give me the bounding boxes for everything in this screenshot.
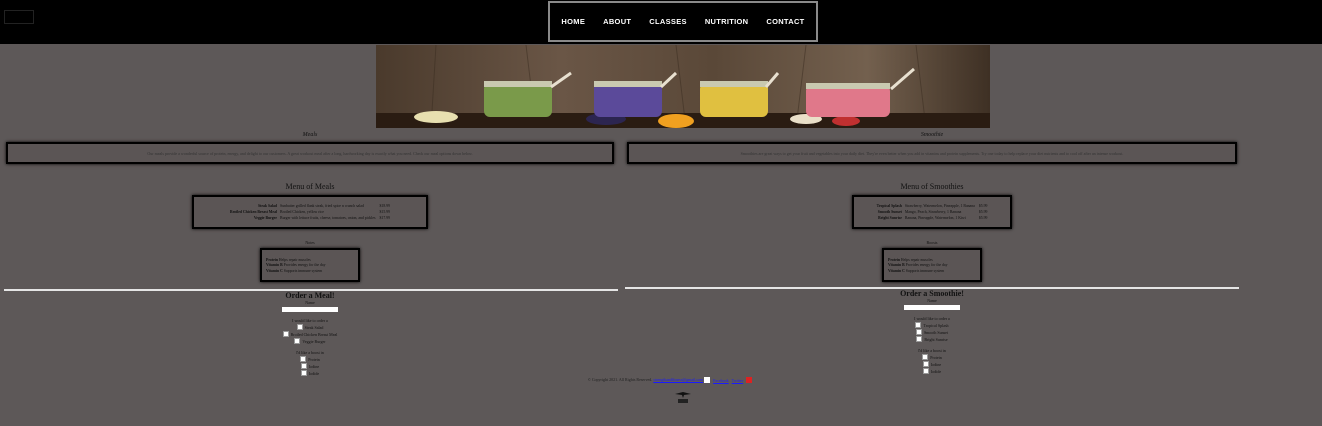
- checkbox[interactable]: [922, 361, 929, 367]
- meal-name-label: Name: [305, 300, 315, 305]
- menu-item-desc: Banana, Pineapple, Watermelon, 1 Kiwi: [904, 216, 966, 220]
- smoothie-order-title: Order a Smoothie!: [900, 289, 964, 298]
- meal-option[interactable]: Broiled Chicken Breast Meal: [5, 331, 615, 337]
- top-bar: HOME ABOUT CLASSES NUTRITION CONTACT: [0, 0, 1322, 44]
- nav-about[interactable]: ABOUT: [603, 17, 631, 26]
- smoothie-order-form: Order a Smoothie! Name I would like to o…: [626, 289, 1238, 375]
- checkbox[interactable]: [922, 354, 929, 360]
- meal-option[interactable]: Steak Salad: [5, 324, 615, 330]
- social-icons: Facebook Twitter: [704, 377, 753, 384]
- checkbox[interactable]: [916, 336, 923, 342]
- smoothies-benefits-label: Boosts: [926, 240, 938, 245]
- checkbox[interactable]: [282, 331, 289, 337]
- eagle-logo-icon: [675, 392, 691, 403]
- menu-item-name: Bright Sunrise: [878, 216, 902, 220]
- smoothies-section: Smoothie Smoothies are great ways to get…: [626, 132, 1238, 282]
- menu-item-desc: Burger with lettuce fruits, cheese, toma…: [280, 216, 376, 220]
- smoothies-benefits-box: Protein Helps repair muscles Vitamin B P…: [882, 248, 982, 282]
- list-item: Protein Helps repair muscles: [888, 257, 933, 262]
- smoothie-option[interactable]: Bright Sunrise: [626, 336, 1238, 342]
- checkbox[interactable]: [915, 329, 922, 335]
- checkbox[interactable]: [294, 338, 301, 344]
- list-item: Vitamin C Supports immune system: [266, 268, 323, 273]
- smoothie-boost-option[interactable]: Iodide: [626, 368, 1238, 374]
- meal-name-input[interactable]: [282, 307, 338, 312]
- smoothies-description: Smoothies are great ways to get your fru…: [627, 142, 1237, 164]
- smoothie-option[interactable]: Smooth Sunset: [626, 329, 1238, 335]
- hero-image: [376, 45, 990, 128]
- nav-nutrition[interactable]: NUTRITION: [705, 17, 749, 26]
- smoothie-name-label: Name: [927, 298, 937, 303]
- meals-heading: Meals: [302, 132, 318, 138]
- smoothie-boost-label: I'd like a boost in: [918, 348, 946, 353]
- meal-boost-label: I'd like a boost in: [296, 350, 324, 355]
- smoothies-heading: Smoothie: [920, 132, 944, 138]
- nav-classes[interactable]: CLASSES: [649, 17, 687, 26]
- list-item: Protein Helps repair muscles: [266, 257, 311, 262]
- meals-description: Our meals provide a wonderful source of …: [6, 142, 614, 164]
- menu-item-price: $5.99: [978, 216, 988, 220]
- checkbox[interactable]: [300, 363, 307, 369]
- meal-boost-option[interactable]: Protein: [5, 356, 615, 362]
- menu-item-price: $17.99: [379, 216, 390, 220]
- meal-boost-option[interactable]: Iodine: [5, 363, 615, 369]
- checkbox[interactable]: [300, 370, 307, 376]
- meal-boost-option[interactable]: Iodide: [5, 370, 615, 376]
- smoothie-boost-option[interactable]: Iodine: [626, 361, 1238, 367]
- nav-contact[interactable]: CONTACT: [766, 17, 804, 26]
- smoothie-boost-option[interactable]: Protein: [626, 354, 1238, 360]
- menu-item-name: Veggie Burger: [253, 216, 278, 220]
- smoothie-name-input[interactable]: [904, 305, 960, 310]
- smoothie-option[interactable]: Tropical Splash: [626, 322, 1238, 328]
- smoothies-menu-box: Tropical Splash Strawberry, Watermelon, …: [852, 195, 1012, 229]
- meals-menu-box: Steak Salad Sunbutter grilled flank stea…: [192, 195, 428, 229]
- meals-menu-table: Steak Salad Sunbutter grilled flank stea…: [229, 203, 391, 221]
- meal-order-form: Order a Meal! Name I would like to order…: [5, 291, 615, 377]
- meal-option[interactable]: Veggie Burger: [5, 338, 615, 344]
- main-nav: HOME ABOUT CLASSES NUTRITION CONTACT: [548, 1, 818, 42]
- meals-menu-title: Menu of Meals: [285, 182, 335, 191]
- footer: © Copyright 2021. All Rights Reserved. s…: [520, 377, 820, 384]
- email-link[interactable]: strengthandfitness@gmail.com: [653, 377, 703, 382]
- checkbox[interactable]: [915, 322, 922, 328]
- table-row: Bright Sunrise Banana, Pineapple, Waterm…: [876, 215, 989, 221]
- table-row: Veggie Burger Burger with lettuce fruits…: [229, 215, 391, 221]
- meal-order-title: Order a Meal!: [285, 291, 335, 300]
- list-item: Vitamin B Provides energy for the day: [888, 263, 948, 267]
- meal-choose-label: I would like to order a: [292, 318, 328, 323]
- nav-home[interactable]: HOME: [561, 17, 585, 26]
- copyright-text: © Copyright 2021. All Rights Reserved.: [587, 377, 653, 382]
- smoothies-menu-table: Tropical Splash Strawberry, Watermelon, …: [876, 203, 989, 221]
- checkbox[interactable]: [300, 356, 307, 362]
- meals-section: Meals Our meals provide a wonderful sour…: [5, 132, 615, 282]
- list-item: Vitamin B Provides energy for the day: [266, 263, 326, 267]
- pinterest-icon[interactable]: [746, 377, 753, 384]
- list-item: Vitamin C Supports immune system: [888, 268, 945, 273]
- meals-benefits-box: Protein Helps repair muscles Vitamin B P…: [260, 248, 360, 282]
- smoothie-choose-label: I would like to order a: [914, 316, 950, 321]
- share-icon[interactable]: [704, 377, 711, 384]
- checkbox[interactable]: [922, 368, 929, 374]
- smoothies-menu-title: Menu of Smoothies: [900, 182, 964, 191]
- twitter-link[interactable]: Twitter: [732, 378, 744, 383]
- checkbox[interactable]: [296, 324, 303, 330]
- facebook-link[interactable]: Facebook: [713, 378, 729, 383]
- meals-benefits-label: Notes: [305, 240, 315, 245]
- logo[interactable]: [4, 10, 34, 24]
